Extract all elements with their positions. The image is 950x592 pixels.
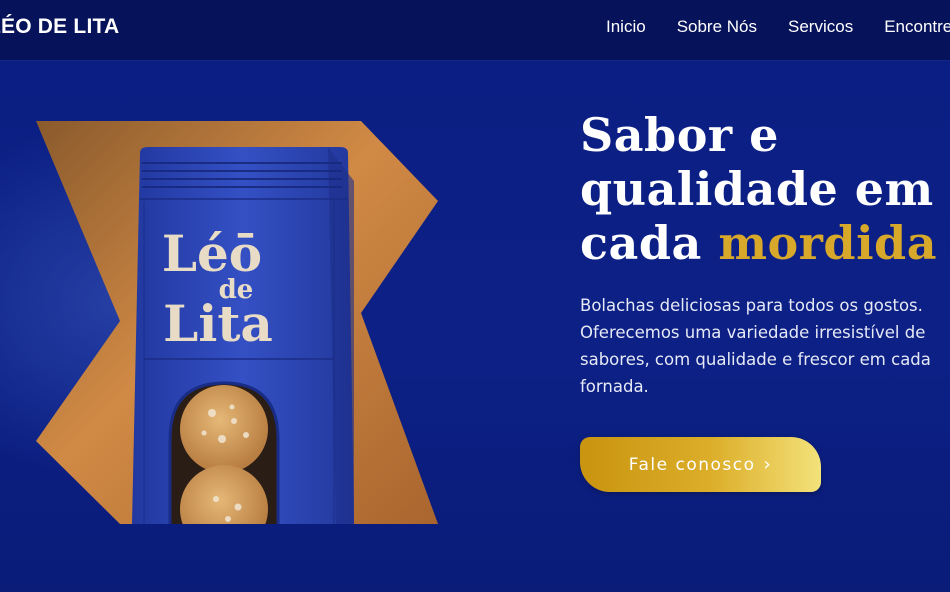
brand-logo[interactable]: LÉO DE LITA [0,15,119,39]
contact-cta-button[interactable]: Fale conosco › [580,437,821,492]
cookie-top [180,385,268,473]
cookie-package: Léō de Lita [132,147,354,524]
product-illustration: Léō de Lita [36,121,438,524]
hero-description: Bolachas deliciosas para todos os gostos… [580,296,931,396]
top-navbar: LÉO DE LITA Inicio Sobre Nós Servicos En… [0,0,950,60]
headline-line-2: qualidade em [580,162,934,216]
hero-product-image: Léō de Lita [36,121,438,524]
hero-text-block: Sabor e qualidade em cada mordida [580,108,950,270]
cta-label: Fale conosco [628,454,756,475]
headline-accent-word: mordida [718,216,938,270]
nav-link-sobre-nos[interactable]: Sobre Nós [677,17,757,37]
hero-headline: Sabor e qualidade em cada mordida [580,108,950,270]
nav-link-encontre-nos[interactable]: Encontre-nos [884,17,950,37]
package-logo-bottom: Lita [163,294,273,353]
headline-line-1: Sabor e [580,108,779,162]
nav-link-inicio[interactable]: Inicio [606,17,646,37]
chevron-right-icon: › [763,454,773,475]
nav-link-servicos[interactable]: Servicos [788,17,853,37]
nav-links: Inicio Sobre Nós Servicos Encontre-nos [606,17,950,37]
headline-line-3: cada [580,216,719,270]
